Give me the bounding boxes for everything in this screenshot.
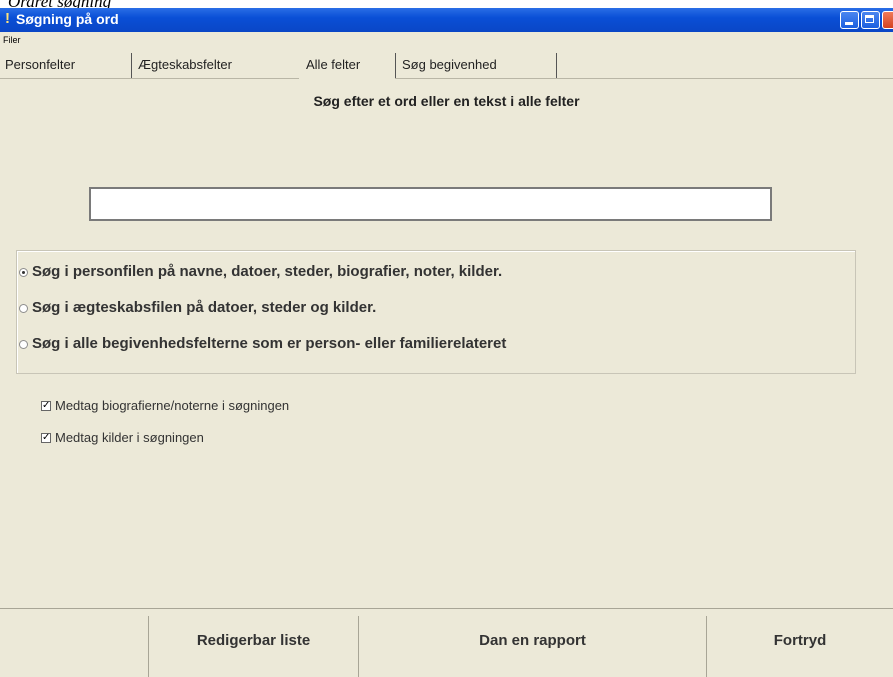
create-report-button[interactable]: Dan en rapport [358, 616, 706, 677]
tab-personfelter[interactable]: Personfelter [5, 54, 75, 76]
checkbox-label: Medtag biografierne/noterne i søgningen [55, 398, 290, 413]
tab-strip: Personfelter Ægteskabsfelter Alle felter… [0, 50, 893, 79]
radio-label: Søg i personfilen på navne, datoer, sted… [32, 263, 503, 280]
search-window: ! Søgning på ord Filer Personfelter Ægte… [0, 8, 893, 677]
tab-alle-felter[interactable]: Alle felter [306, 54, 360, 76]
edit-list-button[interactable]: Redigerbar liste [148, 616, 358, 677]
tab-divider [556, 53, 557, 78]
radio-option-begivenheder[interactable]: Søg i alle begivenhedsfelterne som er pe… [19, 333, 507, 355]
radio-option-personfil[interactable]: Søg i personfilen på navne, datoer, sted… [19, 261, 503, 283]
checkbox-row-kilder[interactable]: ✓ Medtag kilder i søgningen [41, 428, 204, 448]
checkbox-label: Medtag kilder i søgningen [55, 430, 204, 445]
search-input[interactable] [89, 187, 772, 221]
menu-item-filer[interactable]: Filer [3, 32, 21, 48]
radio-button-checked[interactable] [19, 268, 28, 277]
app-icon: ! [5, 10, 10, 27]
title-bar: ! Søgning på ord [0, 8, 893, 32]
tab-divider [395, 53, 396, 78]
minimize-icon[interactable] [840, 11, 859, 29]
window-title: Søgning på ord [16, 11, 119, 27]
radio-button[interactable] [19, 340, 28, 349]
close-icon[interactable] [882, 11, 893, 29]
tab-soeg-begivenhed[interactable]: Søg begivenhed [402, 54, 497, 76]
radio-option-aegteskabsfil[interactable]: Søg i ægteskabsfilen på datoer, steder o… [19, 297, 377, 319]
menu-bar: Filer [0, 32, 893, 48]
maximize-icon[interactable] [861, 11, 880, 29]
page-heading: Søg efter et ord eller en tekst i alle f… [313, 93, 580, 109]
radio-label: Søg i alle begivenhedsfelterne som er pe… [32, 335, 507, 352]
tab-aegteskabsfelter[interactable]: Ægteskabsfelter [138, 54, 232, 76]
radio-button[interactable] [19, 304, 28, 313]
cancel-button[interactable]: Fortryd [706, 616, 893, 677]
checkbox-checked-icon[interactable]: ✓ [41, 401, 51, 411]
checkbox-row-biografier[interactable]: ✓ Medtag biografierne/noterne i søgninge… [41, 396, 290, 416]
tab-divider [131, 53, 132, 78]
checkbox-checked-icon[interactable]: ✓ [41, 433, 51, 443]
radio-label: Søg i ægteskabsfilen på datoer, steder o… [32, 299, 377, 316]
